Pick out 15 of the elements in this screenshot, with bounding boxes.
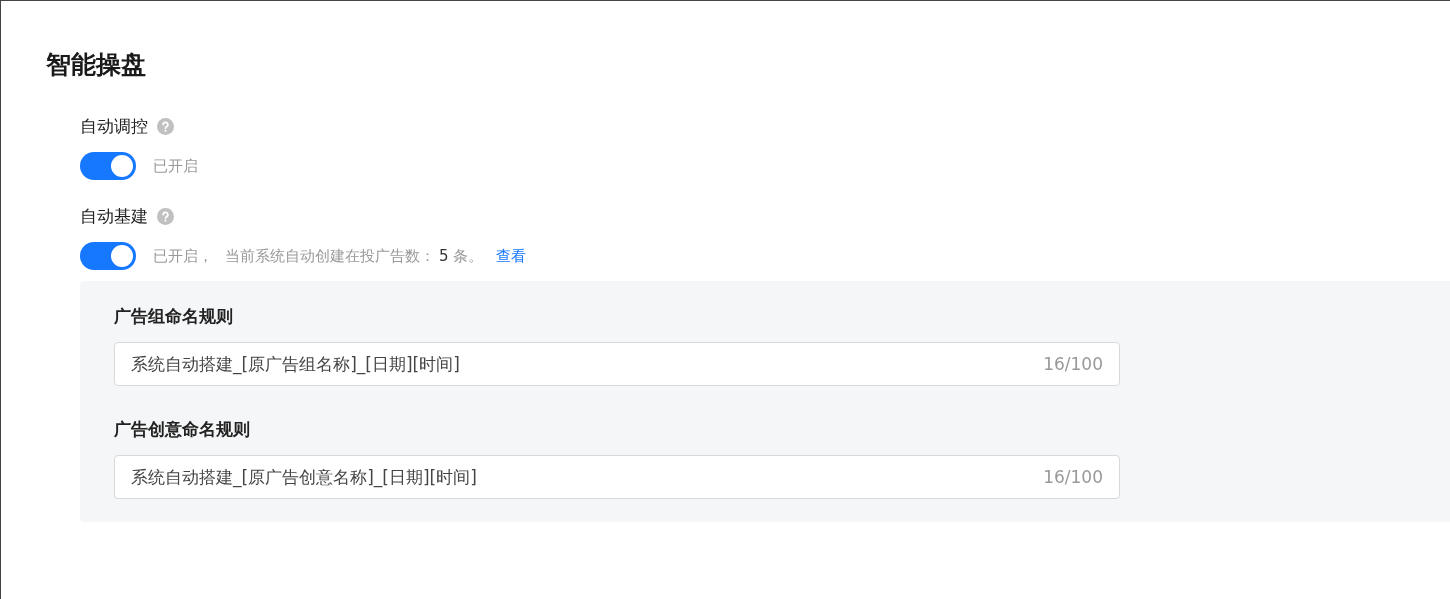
section-label: 自动调控 <box>80 114 148 138</box>
page-title: 智能操盘 <box>46 49 147 81</box>
status-text: 已开启 <box>153 156 198 176</box>
section-label: 自动基建 <box>80 204 148 228</box>
info-text: 当前系统自动创建在投广告数： 5 条。 查看 <box>225 246 527 266</box>
char-counter: 16/100 <box>1043 354 1103 374</box>
char-counter: 16/100 <box>1043 467 1103 487</box>
toggle-switch[interactable] <box>80 242 136 270</box>
status-text: 已开启， <box>153 246 213 266</box>
field-label: 广告创意命名规则 <box>114 418 251 441</box>
toggle-switch[interactable] <box>80 152 136 180</box>
input-field[interactable]: 系统自动搭建_[原广告组名称]_[日期][时间] 16/100 <box>114 342 1120 386</box>
field-label: 广告组命名规则 <box>114 305 234 328</box>
input-field[interactable]: 系统自动搭建_[原广告创意名称]_[日期][时间] 16/100 <box>114 455 1120 499</box>
view-link[interactable]: 查看 <box>496 246 527 265</box>
